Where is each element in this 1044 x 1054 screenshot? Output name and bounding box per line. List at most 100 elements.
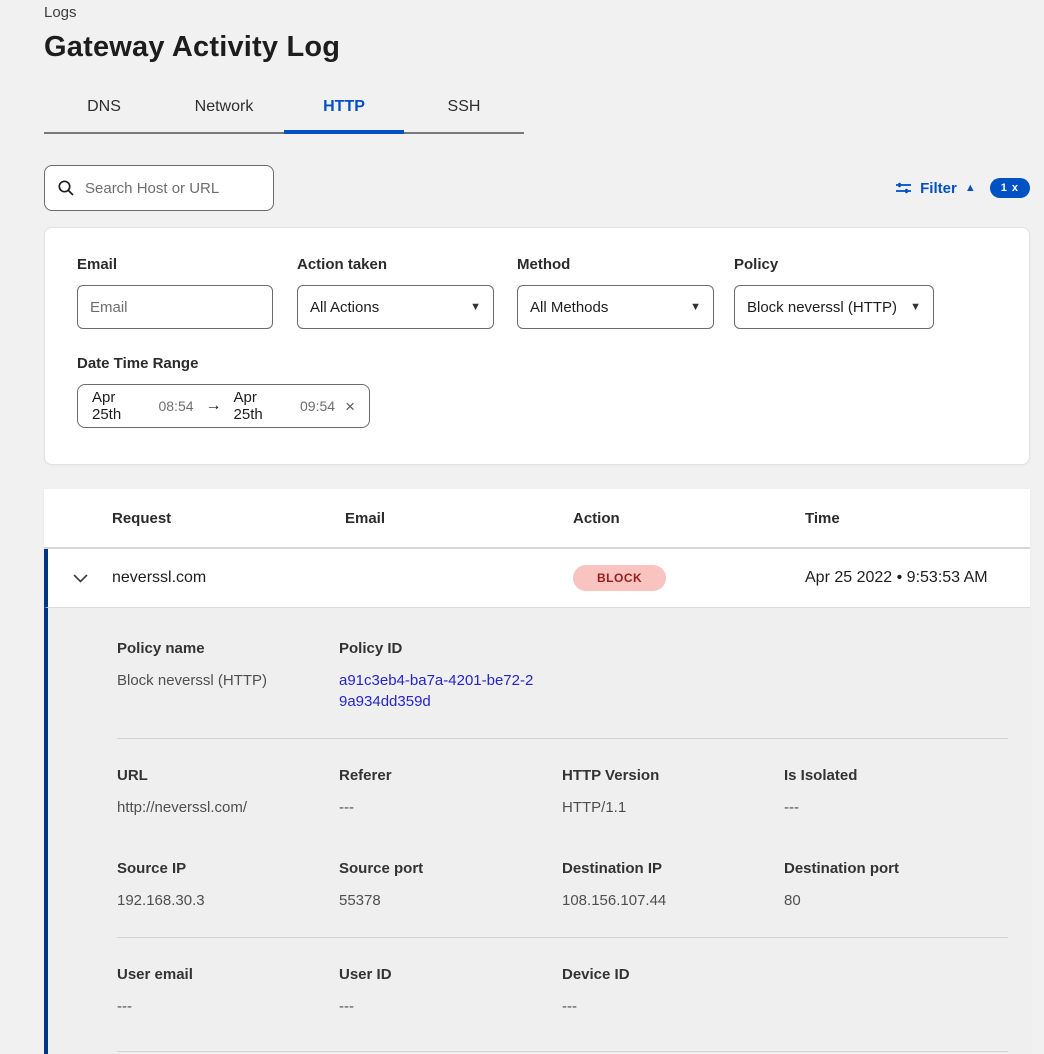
chevron-down-icon: ▼	[690, 301, 701, 313]
source-ip-value: 192.168.30.3	[117, 890, 339, 911]
block-status-badge: BLOCK	[573, 565, 666, 591]
is-isolated-value: ---	[784, 797, 1008, 818]
search-box[interactable]	[44, 165, 274, 211]
gateway-activity-page: Logs Gateway Activity Log DNS Network HT…	[0, 0, 1044, 1054]
activity-log-table: Request Email Action Time neverssl.com B…	[44, 489, 1030, 1054]
method-filter-value: All Methods	[530, 299, 608, 316]
user-id-label: User ID	[339, 966, 562, 983]
clear-date-icon[interactable]: ×	[345, 398, 355, 415]
row-request: neverssl.com	[112, 569, 345, 587]
email-filter-group: Email	[77, 256, 273, 329]
chevron-down-icon: ▼	[470, 301, 481, 313]
email-filter-control	[77, 285, 273, 329]
email-filter-label: Email	[77, 256, 273, 273]
chevron-down-icon: ▼	[910, 301, 921, 313]
row-action: BLOCK	[573, 565, 805, 591]
device-id-value: ---	[562, 996, 784, 1017]
device-id-label: Device ID	[562, 966, 784, 983]
page-title: Gateway Activity Log	[44, 31, 1044, 64]
row-details-panel: Policy name Block neverssl (HTTP) Policy…	[44, 608, 1030, 1054]
http-details-row1: URL http://neverssl.com/ Referer --- HTT…	[117, 767, 1008, 818]
policy-id-label: Policy ID	[339, 640, 562, 657]
time-to[interactable]: 09:54	[300, 398, 335, 414]
tab-dns[interactable]: DNS	[44, 90, 164, 132]
action-filter-group: Action taken All Actions ▼	[297, 256, 494, 329]
source-port-value: 55378	[339, 890, 562, 911]
source-port-label: Source port	[339, 860, 562, 877]
destination-ip-label: Destination IP	[562, 860, 784, 877]
detail-field-empty	[784, 966, 1008, 1017]
policy-id-link[interactable]: a91c3eb4-ba7a-4201-be72-29a934dd359d	[339, 670, 534, 712]
tab-ssh[interactable]: SSH	[404, 90, 524, 132]
destination-port-label: Destination port	[784, 860, 1008, 877]
date-from[interactable]: Apr 25th	[92, 389, 148, 423]
time-from[interactable]: 08:54	[158, 398, 193, 414]
range-arrow-icon: →	[204, 397, 224, 415]
filter-fields-row: Email Action taken All Actions ▼ Method …	[77, 256, 997, 329]
destination-port-value: 80	[784, 890, 1008, 911]
http-version-value: HTTP/1.1	[562, 797, 784, 818]
filter-label: Filter	[920, 180, 957, 197]
filter-panel: Email Action taken All Actions ▼ Method …	[44, 227, 1030, 465]
method-filter-label: Method	[517, 256, 714, 273]
breadcrumb[interactable]: Logs	[44, 0, 1044, 21]
policy-filter-value: Block neverssl (HTTP)	[747, 299, 897, 316]
detail-field: Policy ID a91c3eb4-ba7a-4201-be72-29a934…	[339, 640, 562, 712]
policy-filter-group: Policy Block neverssl (HTTP) ▼	[734, 256, 934, 329]
policy-name-label: Policy name	[117, 640, 339, 657]
detail-field: Is Isolated ---	[784, 767, 1008, 818]
url-label: URL	[117, 767, 339, 784]
row-time: Apr 25 2022 • 9:53:53 AM	[805, 569, 1030, 587]
detail-field: Device ID ---	[562, 966, 784, 1017]
action-filter-value: All Actions	[310, 299, 379, 316]
date-to[interactable]: Apr 25th	[234, 389, 290, 423]
column-header-time: Time	[805, 510, 1030, 527]
column-header-action: Action	[573, 510, 805, 527]
email-filter-input[interactable]	[90, 299, 260, 316]
detail-field: Referer ---	[339, 767, 562, 818]
action-filter-select[interactable]: All Actions ▼	[297, 285, 494, 329]
action-filter-label: Action taken	[297, 256, 494, 273]
referer-label: Referer	[339, 767, 562, 784]
detail-field: Source port 55378	[339, 860, 562, 911]
user-email-value: ---	[117, 996, 339, 1017]
user-section: User email --- User ID --- Device ID ---	[117, 966, 1008, 1017]
user-id-value: ---	[339, 996, 562, 1017]
referer-value: ---	[339, 797, 562, 818]
date-range-group: Date Time Range Apr 25th 08:54 → Apr 25t…	[77, 355, 997, 428]
table-header-row: Request Email Action Time	[44, 489, 1030, 549]
http-details-row2: Source IP 192.168.30.3 Source port 55378…	[117, 860, 1008, 911]
destination-ip-value: 108.156.107.44	[562, 890, 784, 911]
tab-http[interactable]: HTTP	[284, 90, 404, 132]
section-divider	[117, 937, 1008, 938]
toolbar: Filter ▲ 1 x	[44, 165, 1044, 211]
table-row[interactable]: neverssl.com BLOCK Apr 25 2022 • 9:53:53…	[44, 549, 1030, 608]
filter-count-badge[interactable]: 1 x	[990, 178, 1030, 198]
filter-sliders-icon	[895, 180, 912, 196]
column-header-email: Email	[345, 510, 573, 527]
date-range-picker[interactable]: Apr 25th 08:54 → Apr 25th 09:54 ×	[77, 384, 370, 428]
policy-filter-label: Policy	[734, 256, 934, 273]
method-filter-select[interactable]: All Methods ▼	[517, 285, 714, 329]
user-email-label: User email	[117, 966, 339, 983]
row-expand-chevron[interactable]	[48, 574, 112, 583]
is-isolated-label: Is Isolated	[784, 767, 1008, 784]
section-divider	[117, 738, 1008, 739]
filter-toggle-button[interactable]: Filter ▲ 1 x	[895, 178, 1030, 198]
policy-filter-select[interactable]: Block neverssl (HTTP) ▼	[734, 285, 934, 329]
source-ip-label: Source IP	[117, 860, 339, 877]
collapse-caret-icon: ▲	[965, 183, 976, 194]
date-range-label: Date Time Range	[77, 355, 997, 372]
detail-field: Destination IP 108.156.107.44	[562, 860, 784, 911]
http-version-label: HTTP Version	[562, 767, 784, 784]
policy-name-value: Block neverssl (HTTP)	[117, 670, 339, 691]
search-icon	[57, 179, 75, 197]
tab-network[interactable]: Network	[164, 90, 284, 132]
method-filter-group: Method All Methods ▼	[517, 256, 714, 329]
detail-field: URL http://neverssl.com/	[117, 767, 339, 818]
search-input[interactable]	[85, 180, 261, 197]
detail-field: Source IP 192.168.30.3	[117, 860, 339, 911]
detail-field: Policy name Block neverssl (HTTP)	[117, 640, 339, 712]
detail-field: HTTP Version HTTP/1.1	[562, 767, 784, 818]
policy-section: Policy name Block neverssl (HTTP) Policy…	[117, 640, 1008, 712]
